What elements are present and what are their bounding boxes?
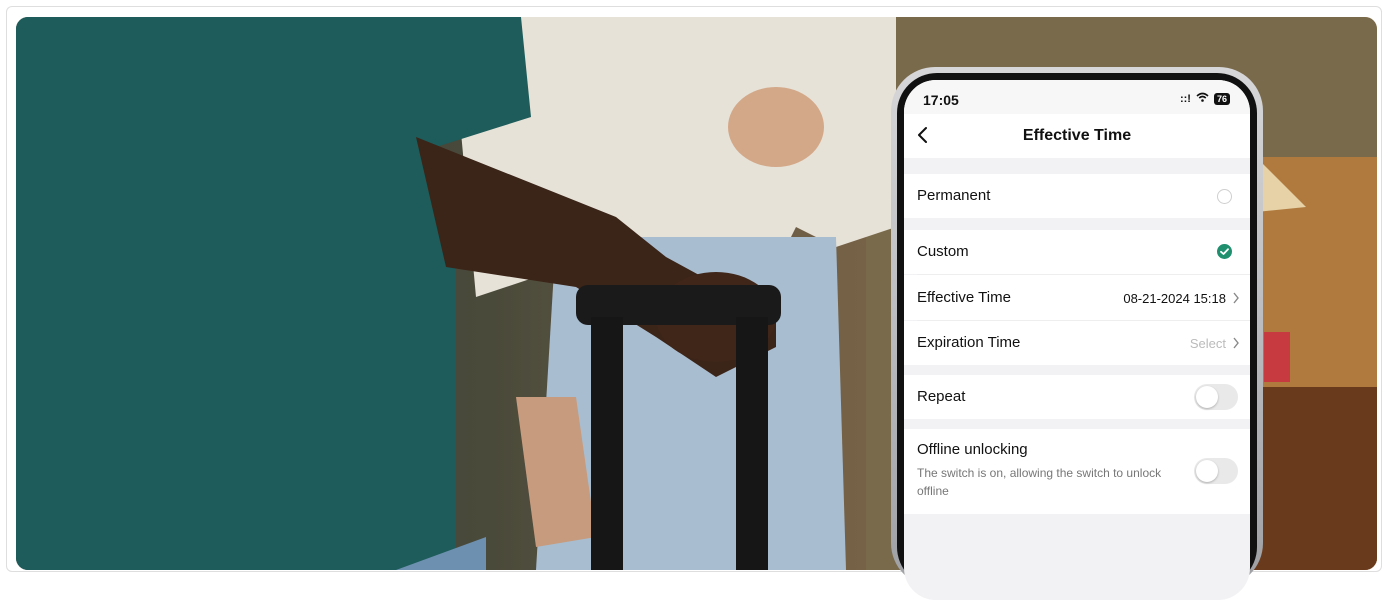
status-bar: 17:05 ::! 76: [904, 80, 1250, 114]
custom-label: Custom: [917, 243, 969, 260]
repeat-label: Repeat: [917, 388, 966, 405]
page-title: Effective Time: [1022, 127, 1132, 144]
offline-unlocking-description: The switch is on, allowing the switch to…: [917, 466, 1162, 498]
effective-time-value: 08-21-2024 15:18: [1123, 291, 1226, 306]
effective-time-label: Effective Time: [917, 289, 1011, 306]
status-time: 17:05: [923, 92, 959, 108]
repeat-toggle[interactable]: [1194, 384, 1238, 410]
custom-radio-checked[interactable]: [1217, 244, 1232, 259]
chevron-right-icon: [1233, 337, 1239, 349]
toggle-knob: [1196, 460, 1218, 482]
expiration-time-row[interactable]: Expiration Time Select: [904, 321, 1250, 365]
repeat-row: Repeat: [904, 375, 1250, 419]
offline-unlocking-label: Offline unlocking: [917, 441, 1028, 458]
option-custom[interactable]: Custom: [904, 230, 1250, 274]
battery-icon: 76: [1213, 92, 1230, 105]
expiration-time-value: Select: [1189, 336, 1226, 351]
chevron-right-icon: [1233, 292, 1239, 304]
check-icon: [1220, 248, 1229, 255]
permanent-radio[interactable]: [1217, 189, 1232, 204]
expiration-time-label: Expiration Time: [917, 334, 1021, 351]
status-icons: ::! 76: [1180, 92, 1230, 105]
offline-unlocking-toggle[interactable]: [1194, 458, 1238, 484]
offline-unlocking-row: Offline unlocking The switch is on, allo…: [904, 429, 1250, 514]
wifi-icon: [1196, 92, 1209, 105]
signal-icon: ::!: [1179, 92, 1191, 105]
toggle-knob: [1196, 386, 1218, 408]
permanent-label: Permanent: [917, 187, 991, 204]
phone-screen: 17:05 ::! 76 Effective Time Permanent Cu…: [904, 80, 1250, 600]
option-permanent[interactable]: Permanent: [904, 174, 1250, 218]
nav-bar: Effective Time: [904, 114, 1250, 158]
phone-mockup: 17:05 ::! 76 Effective Time Permanent Cu…: [891, 67, 1263, 600]
effective-time-row[interactable]: Effective Time 08-21-2024 15:18: [904, 275, 1250, 320]
